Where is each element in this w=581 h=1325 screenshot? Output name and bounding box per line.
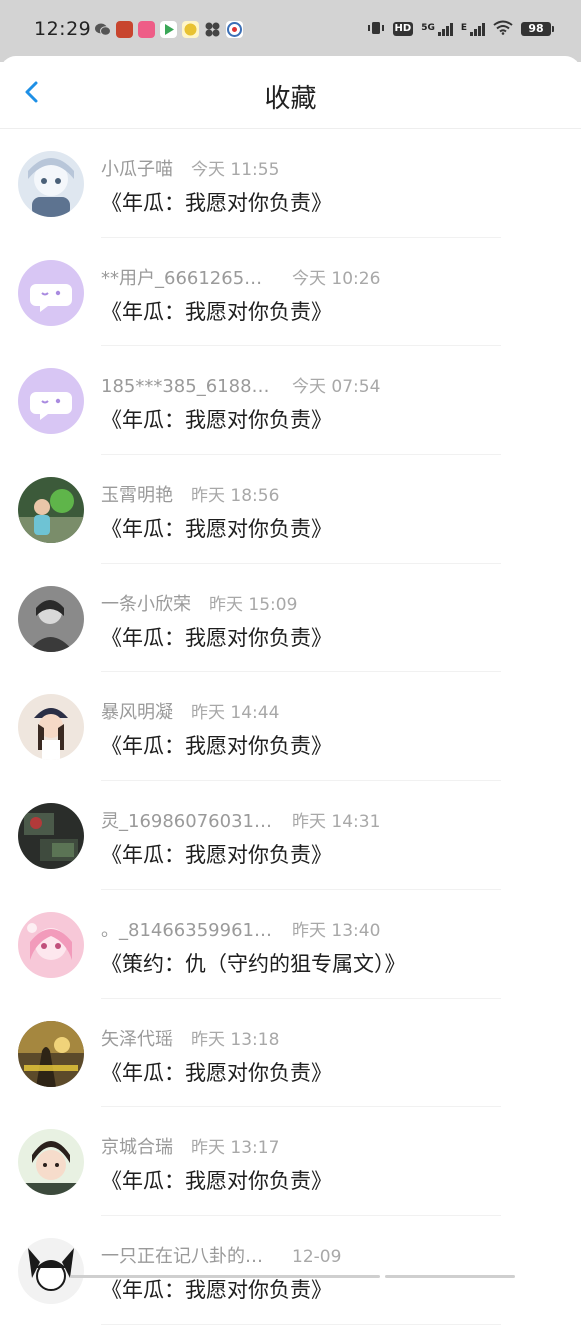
list-item[interactable]: 一条小欣荣昨天 15:09 《年瓜：我愿对你负责》 [0,564,581,673]
user-name: 暴风明凝 [101,698,173,724]
avatar[interactable] [18,803,84,869]
hd-badge: HD [393,22,414,36]
user-name: 矢泽代瑶 [101,1025,173,1051]
book-title[interactable]: 《年瓜：我愿对你负责》 [101,513,332,543]
user-name: **用户_6661265… [101,264,273,290]
status-time: 12:29 [34,18,91,40]
book-title[interactable]: 《年瓜：我愿对你负责》 [101,187,332,217]
page-title: 收藏 [0,78,581,115]
avatar[interactable] [18,694,84,760]
emoji-app-icon [182,21,199,38]
user-name: 玉霄明艳 [101,481,173,507]
timestamp: 昨天 14:31 [292,807,380,832]
book-title[interactable]: 《年瓜：我愿对你负责》 [101,1165,332,1195]
badge-app-icon [226,21,243,38]
avatar[interactable] [18,912,84,978]
item-meta: **用户_6661265… 今天 10:26 [101,264,380,290]
timestamp: 昨天 13:18 [191,1025,279,1050]
avatar[interactable] [18,1238,84,1304]
wechat-icon [94,21,111,38]
timestamp: 昨天 14:44 [191,698,279,723]
signal-e-icon: E [461,23,485,36]
timestamp: 昨天 15:09 [209,590,297,615]
list-item[interactable]: 一只正在记八卦的… 12-09 《年瓜：我愿对你负责》 [0,1216,581,1325]
bottom-scroll-indicator [70,1275,380,1278]
bottom-scroll-indicator-2 [385,1275,515,1278]
book-title[interactable]: 《策约：仇（守约的狙专属文）》 [101,948,406,978]
book-title[interactable]: 《年瓜：我愿对你负责》 [101,730,332,760]
item-meta: 185***385_6188… 今天 07:54 [101,372,380,397]
item-meta: 一条小欣荣昨天 15:09 [101,590,297,616]
timestamp: 今天 11:55 [191,155,279,180]
divider [101,1324,501,1325]
pink-app-icon [138,21,155,38]
list-item[interactable]: 矢泽代瑶昨天 13:18 《年瓜：我愿对你负责》 [0,999,581,1108]
book-title[interactable]: 《年瓜：我愿对你负责》 [101,839,332,869]
list-item[interactable]: 暴风明凝昨天 14:44 《年瓜：我愿对你负责》 [0,672,581,781]
timestamp: 12-09 [292,1247,341,1267]
pinwheel-app-icon [204,21,221,38]
book-title[interactable]: 《年瓜：我愿对你负责》 [101,404,332,434]
book-title[interactable]: 《年瓜：我愿对你负责》 [101,1057,332,1087]
book-title[interactable]: 《年瓜：我愿对你负责》 [101,1274,332,1304]
wifi-icon [493,20,513,38]
item-meta: 京城合瑞昨天 13:17 [101,1133,279,1159]
battery-indicator: 98 [521,22,551,36]
list-item[interactable]: 185***385_6188… 今天 07:54 《年瓜：我愿对你负责》 [0,346,581,455]
item-meta: 一只正在记八卦的… 12-09 [101,1242,341,1268]
user-name: 一只正在记八卦的… [101,1242,273,1268]
list-item[interactable]: 。_81466359961… 昨天 13:40 《策约：仇（守约的狙专属文）》 [0,890,581,999]
avatar[interactable] [18,151,84,217]
book-title[interactable]: 《年瓜：我愿对你负责》 [101,622,332,652]
timestamp: 今天 10:26 [292,264,380,289]
timestamp: 今天 07:54 [292,372,380,397]
user-name: 灵_16986076031… [101,807,273,833]
item-meta: 暴风明凝昨天 14:44 [101,698,279,724]
timestamp: 昨天 13:17 [191,1133,279,1158]
avatar[interactable] [18,586,84,652]
avatar[interactable] [18,368,84,434]
item-meta: 小瓜子喵今天 11:55 [101,155,279,181]
user-name: 小瓜子喵 [101,155,173,181]
status-indicators: HD 5G E 98 [367,20,551,38]
item-meta: 。_81466359961… 昨天 13:40 [101,916,380,942]
item-meta: 玉霄明艳昨天 18:56 [101,481,279,507]
signal-5g-icon: 5G [421,23,453,36]
item-meta: 灵_16986076031… 昨天 14:31 [101,807,380,833]
avatar[interactable] [18,477,84,543]
list-item[interactable]: 玉霄明艳昨天 18:56 《年瓜：我愿对你负责》 [0,455,581,564]
status-app-icons [94,21,243,38]
user-name: 京城合瑞 [101,1133,173,1159]
user-name: 185***385_6188… [101,376,273,397]
user-name: 。_81466359961… [101,916,273,942]
avatar[interactable] [18,260,84,326]
status-bar: 12:29 HD 5G E [0,0,581,62]
header: 收藏 [0,56,581,129]
timestamp: 昨天 13:40 [292,916,380,941]
list-item[interactable]: 京城合瑞昨天 13:17 《年瓜：我愿对你负责》 [0,1107,581,1216]
avatar[interactable] [18,1021,84,1087]
book-title[interactable]: 《年瓜：我愿对你负责》 [101,296,332,326]
game-app-icon [116,21,133,38]
list-item[interactable]: **用户_6661265… 今天 10:26 《年瓜：我愿对你负责》 [0,238,581,347]
timestamp: 昨天 18:56 [191,481,279,506]
item-meta: 矢泽代瑶昨天 13:18 [101,1025,279,1051]
avatar[interactable] [18,1129,84,1195]
vibrate-icon [367,21,385,38]
list-item[interactable]: 灵_16986076031… 昨天 14:31 《年瓜：我愿对你负责》 [0,781,581,890]
favorites-list: 小瓜子喵今天 11:55 《年瓜：我愿对你负责》 **用户_6661265… 今天 1… [0,129,581,1325]
user-name: 一条小欣荣 [101,590,191,616]
play-app-icon [160,21,177,38]
list-item[interactable]: 小瓜子喵今天 11:55 《年瓜：我愿对你负责》 [0,129,581,238]
